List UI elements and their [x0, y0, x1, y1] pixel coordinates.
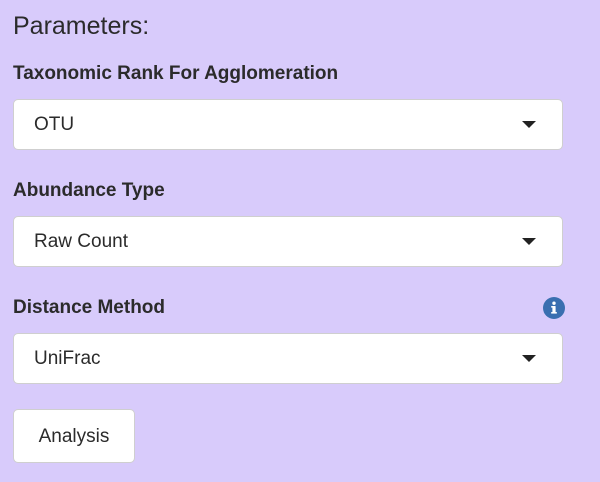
parameters-heading: Parameters:	[13, 12, 150, 40]
parameters-panel: Parameters: Taxonomic Rank For Agglomera…	[0, 0, 600, 482]
info-circle-icon[interactable]	[543, 297, 565, 319]
taxonomic-rank-select[interactable]: OTU	[13, 99, 563, 150]
chevron-down-icon	[522, 355, 536, 362]
abundance-type-value: Raw Count	[34, 231, 128, 252]
abundance-type-label: Abundance Type	[13, 180, 165, 201]
taxonomic-rank-value: OTU	[34, 114, 75, 135]
distance-method-label: Distance Method	[13, 297, 166, 318]
distance-method-select[interactable]: UniFrac	[13, 333, 563, 384]
distance-method-value: UniFrac	[34, 348, 101, 369]
chevron-down-icon	[522, 121, 536, 128]
taxonomic-rank-label: Taxonomic Rank For Agglomeration	[13, 63, 339, 84]
analysis-button[interactable]: Analysis	[13, 409, 135, 463]
abundance-type-select[interactable]: Raw Count	[13, 216, 563, 267]
chevron-down-icon	[522, 238, 536, 245]
